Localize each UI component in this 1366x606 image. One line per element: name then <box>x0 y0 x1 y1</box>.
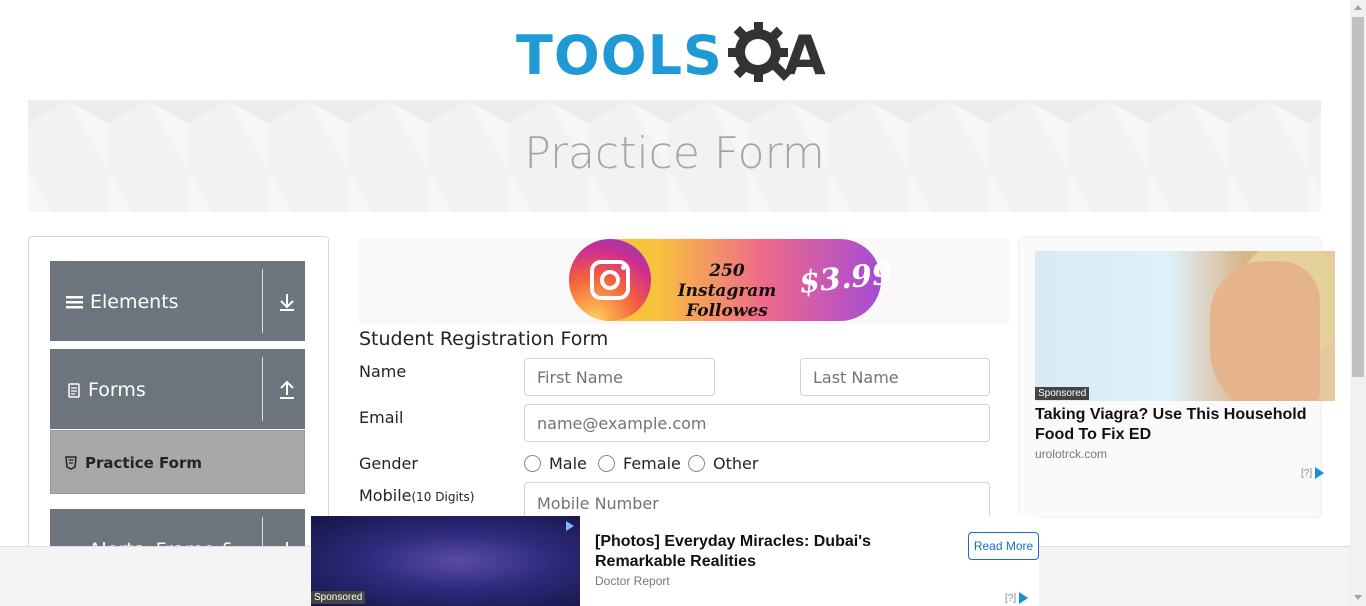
last-name-input[interactable]: Last Name <box>800 358 990 396</box>
divider <box>262 357 263 421</box>
scroll-up-arrow-icon[interactable] <box>1354 5 1362 10</box>
divider <box>262 269 263 333</box>
html5-icon <box>65 456 77 470</box>
first-name-input[interactable]: First Name <box>524 358 715 396</box>
ad-headline[interactable]: Taking Viagra? Use This Household Food T… <box>1035 405 1320 445</box>
sidebar-item-label: Practice Form <box>85 454 202 472</box>
vertical-scrollbar[interactable] <box>1350 0 1366 606</box>
ad-domain[interactable]: urolotrck.com <box>1035 447 1107 461</box>
sidebar-group-title: Forms <box>66 379 146 401</box>
sidebar-group-label: Forms <box>88 379 146 401</box>
right-sidebar-ad[interactable]: Sponsored Taking Viagra? Use This Househ… <box>1020 238 1335 516</box>
sidebar-item-practice-form[interactable]: Practice Form <box>50 430 305 494</box>
gender-radio-female[interactable]: Female <box>598 454 681 473</box>
logo-text-tools: TOOLS <box>516 24 723 87</box>
gender-label: Gender <box>359 454 418 473</box>
instagram-icon <box>569 239 651 321</box>
page: TOOLS A Practice Form Elements Forms Pra… <box>0 0 1366 606</box>
ad-source[interactable]: Doctor Report <box>595 574 670 588</box>
email-label: Email <box>359 408 404 427</box>
scrollbar-thumb[interactable] <box>1352 17 1364 377</box>
hamburger-icon <box>66 296 83 309</box>
scroll-down-arrow-icon[interactable] <box>1354 595 1362 600</box>
instagram-ad-banner[interactable]: 250 Instagram Followes $3.99 <box>359 238 1009 324</box>
download-arrow-icon[interactable] <box>276 291 298 313</box>
page-banner: Practice Form <box>28 100 1321 212</box>
radio-circle[interactable] <box>524 455 541 472</box>
sponsored-badge: Sponsored <box>311 591 366 604</box>
form-title: Student Registration Form <box>359 328 609 350</box>
ad-headline[interactable]: [Photos] Everyday Miracles: Dubai's Rema… <box>595 532 945 572</box>
adchoices-icon[interactable] <box>1019 592 1029 604</box>
bottom-sticky-ad[interactable]: Sponsored [Photos] Everyday Miracles: Du… <box>311 516 1039 606</box>
mobile-label-text: Mobile <box>359 486 412 505</box>
instagram-ad-pill: 250 Instagram Followes $3.99 <box>569 239 895 321</box>
adchoices-icon[interactable] <box>1315 467 1325 479</box>
toolsqa-logo[interactable]: TOOLS A <box>514 16 840 90</box>
name-label: Name <box>359 362 407 381</box>
ad-image[interactable]: Sponsored <box>311 516 580 606</box>
gender-radio-other[interactable]: Other <box>688 454 758 473</box>
gender-radio-male[interactable]: Male <box>524 454 587 473</box>
mobile-label: Mobile(10 Digits) <box>359 486 474 505</box>
radio-circle[interactable] <box>688 455 705 472</box>
radio-circle[interactable] <box>598 455 615 472</box>
sidebar-group-forms[interactable]: Forms <box>50 349 305 429</box>
sidebar-group-elements[interactable]: Elements <box>50 261 305 341</box>
page-title: Practice Form <box>524 128 825 179</box>
ad-help-link[interactable]: [?] <box>1005 593 1016 604</box>
read-more-button[interactable]: Read More <box>968 532 1039 560</box>
ad-price: $3.99 <box>797 256 895 301</box>
email-input[interactable]: name@example.com <box>524 404 990 442</box>
ad-text: 250 Instagram Followes <box>677 261 777 321</box>
upload-arrow-icon[interactable] <box>276 379 298 401</box>
sidebar-group-label: Elements <box>90 291 179 313</box>
mobile-hint: (10 Digits) <box>411 490 475 504</box>
ad-help-link[interactable]: [?] <box>1301 468 1312 479</box>
sponsored-badge: Sponsored <box>1035 387 1090 400</box>
radio-label: Female <box>623 454 681 473</box>
ad-image-face <box>1210 261 1320 401</box>
radio-label: Other <box>713 454 759 473</box>
ad-image[interactable]: Sponsored <box>1035 251 1335 401</box>
sidebar: Elements Forms Practice Form Alerts, Fra… <box>28 236 329 566</box>
adchoices[interactable]: [?] <box>1005 592 1029 604</box>
sidebar-group-title: Elements <box>66 291 179 313</box>
radio-label: Male <box>549 454 587 473</box>
logo-text-a: A <box>784 24 826 87</box>
adchoices-icon[interactable] <box>566 521 574 531</box>
adchoices[interactable]: [?] <box>1301 467 1325 479</box>
sidebar-item-content: Practice Form <box>65 454 202 472</box>
document-icon <box>68 383 80 398</box>
